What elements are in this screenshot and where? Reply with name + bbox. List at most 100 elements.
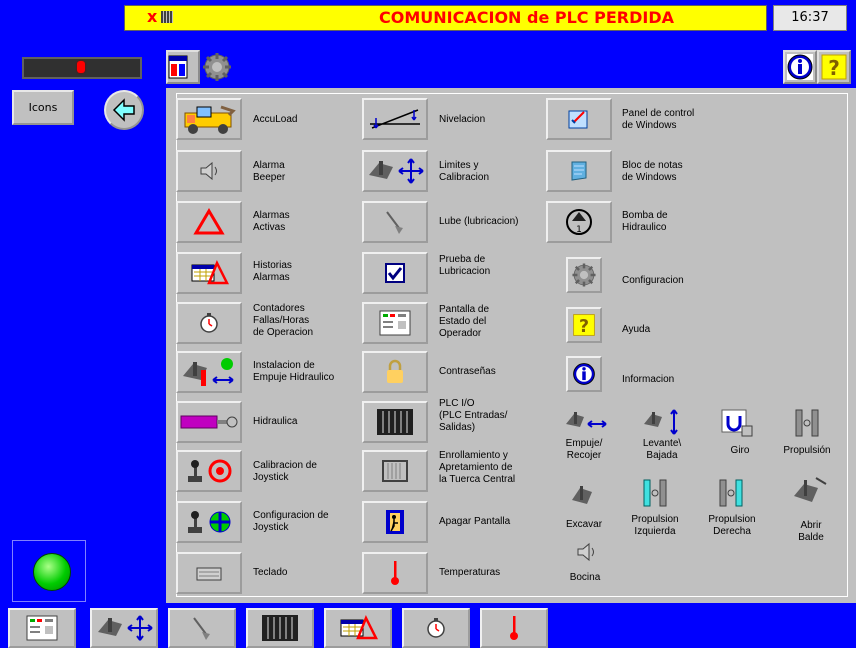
- lock-icon: [387, 359, 403, 383]
- plc-rack-icon: [377, 409, 413, 435]
- bucket-open-icon: [794, 477, 827, 502]
- status-screen-icon: [26, 615, 58, 641]
- help-question-icon: ?: [573, 314, 595, 337]
- pantalla-estado-label: Pantalla de Estado del Operador: [439, 304, 490, 339]
- alarm-history-tab[interactable]: [324, 608, 392, 648]
- configuracion-joystick-button[interactable]: [176, 501, 242, 543]
- gear-icon: [203, 53, 231, 81]
- prop-izquierda-control[interactable]: [642, 478, 668, 508]
- ayuda-button[interactable]: ?: [566, 307, 602, 343]
- calibracion-joystick-button[interactable]: [176, 450, 242, 492]
- prop-izquierda-label: Propulsion Izquierda: [631, 514, 679, 537]
- propulsion-control[interactable]: [794, 408, 820, 438]
- empuje-recojer-control[interactable]: [564, 408, 608, 436]
- menu-panel: AccuLoad Alarma Beeper Alarmas Activas H…: [166, 88, 856, 603]
- excavar-control[interactable]: [570, 480, 600, 510]
- temperatures-tab[interactable]: [480, 608, 548, 648]
- keyboard-icon: [196, 567, 222, 581]
- thermometer-icon: [391, 561, 399, 585]
- temperaturas-button[interactable]: [362, 552, 428, 594]
- excavate-icon: [572, 486, 592, 504]
- limites-button[interactable]: [362, 150, 428, 192]
- excavar-label: Excavar: [565, 519, 603, 530]
- alarmas-activas-button[interactable]: [176, 201, 242, 243]
- contadores-button[interactable]: [176, 302, 242, 344]
- bloc-notas-label: Bloc de notas de Windows: [622, 160, 683, 183]
- config-top-button[interactable]: [200, 50, 234, 84]
- calibracion-joystick-label: Calibracion de Joystick: [253, 460, 317, 483]
- alarmas-activas-label: Alarmas Activas: [253, 210, 290, 233]
- icons-button[interactable]: Icons: [12, 90, 74, 125]
- help-top-button[interactable]: ?: [817, 50, 851, 84]
- stopwatch-icon: [427, 618, 445, 638]
- bloc-notas-button[interactable]: [546, 150, 612, 192]
- back-arrow-icon: [112, 98, 135, 122]
- status-screen-tab[interactable]: [8, 608, 76, 648]
- accuload-button[interactable]: [176, 98, 242, 140]
- teclado-button[interactable]: [176, 552, 242, 594]
- historias-alarmas-button[interactable]: [176, 252, 242, 294]
- enrollamiento-button[interactable]: [362, 450, 428, 492]
- instalacion-empuje-button[interactable]: [176, 351, 242, 393]
- lube-tab[interactable]: [168, 608, 236, 648]
- bomba-button[interactable]: 1: [546, 201, 612, 243]
- panel-control-button[interactable]: [546, 98, 612, 140]
- prueba-lubricacion-label: Prueba de Lubricacion: [439, 254, 491, 277]
- limits-tab[interactable]: [90, 608, 158, 648]
- contrasenas-label: Contraseñas: [439, 366, 496, 377]
- leveling-icon: [370, 109, 420, 129]
- info-icon: [787, 54, 813, 80]
- screen-select-button[interactable]: [166, 50, 200, 84]
- panel-control-label: Panel de control de Windows: [622, 108, 695, 131]
- teclado-label: Teclado: [253, 567, 288, 578]
- page-title: COMUNICACION de PLC PERDIDA: [379, 8, 674, 27]
- plc-io-tab[interactable]: [246, 608, 314, 648]
- plc-io-button[interactable]: [362, 401, 428, 443]
- configuracion-button[interactable]: [566, 257, 602, 293]
- plc-icon: [161, 11, 173, 23]
- pantalla-estado-button[interactable]: [362, 302, 428, 344]
- limites-label: Limites y Calibracion: [439, 160, 490, 183]
- nivelacion-button[interactable]: [362, 98, 428, 140]
- giro-control[interactable]: [720, 408, 754, 438]
- clock: 16:37: [773, 5, 847, 31]
- instalacion-empuje-label: Instalacion de Empuje Hidraulico: [253, 360, 335, 383]
- abrir-balde-label: Abrir Balde: [798, 520, 824, 543]
- levante-bajada-label: Levante\ Bajada: [642, 438, 682, 461]
- svg-text:?: ?: [579, 317, 589, 337]
- configuracion-joystick-label: Configuracion de Joystick: [253, 510, 329, 533]
- counters-tab[interactable]: [402, 608, 470, 648]
- informacion-button[interactable]: [566, 356, 602, 392]
- lube-label: Lube (lubricacion): [439, 216, 519, 227]
- thermometer-icon: [510, 616, 518, 640]
- svg-text:1: 1: [576, 225, 582, 235]
- prop-derecha-label: Propulsion Derecha: [708, 514, 756, 537]
- dozer-push-icon: [183, 358, 234, 386]
- hydraulic-cylinder-icon: [180, 415, 238, 429]
- info-top-button[interactable]: [783, 50, 817, 84]
- speaker-icon: [200, 161, 217, 181]
- prop-derecha-control[interactable]: [718, 478, 744, 508]
- contrasenas-button[interactable]: [362, 351, 428, 393]
- plc-rack-icon: [262, 615, 298, 641]
- alarma-beeper-button[interactable]: [176, 150, 242, 192]
- lube-button[interactable]: [362, 201, 428, 243]
- bocina-label: Bocina: [569, 572, 601, 583]
- right-track-icon: [719, 479, 743, 507]
- prueba-lubricacion-button[interactable]: [362, 252, 428, 294]
- bocina-control[interactable]: [574, 540, 598, 564]
- historias-alarmas-label: Historias Alarmas: [253, 260, 292, 283]
- abrir-balde-control[interactable]: [790, 474, 830, 510]
- help-icon: ?: [821, 54, 847, 80]
- status-indicator: [77, 61, 85, 73]
- apagar-pantalla-button[interactable]: [362, 501, 428, 543]
- hidraulica-button[interactable]: [176, 401, 242, 443]
- back-button[interactable]: [104, 90, 144, 130]
- levante-bajada-control[interactable]: [642, 406, 686, 438]
- checkbox-icon: [385, 263, 405, 283]
- empuje-recojer-label: Empuje/ Recojer: [565, 438, 603, 461]
- screen-select-icon: [168, 55, 188, 79]
- tracks-icon: [795, 409, 819, 437]
- temperaturas-label: Temperaturas: [439, 567, 501, 578]
- alarm-history-icon: [191, 259, 229, 285]
